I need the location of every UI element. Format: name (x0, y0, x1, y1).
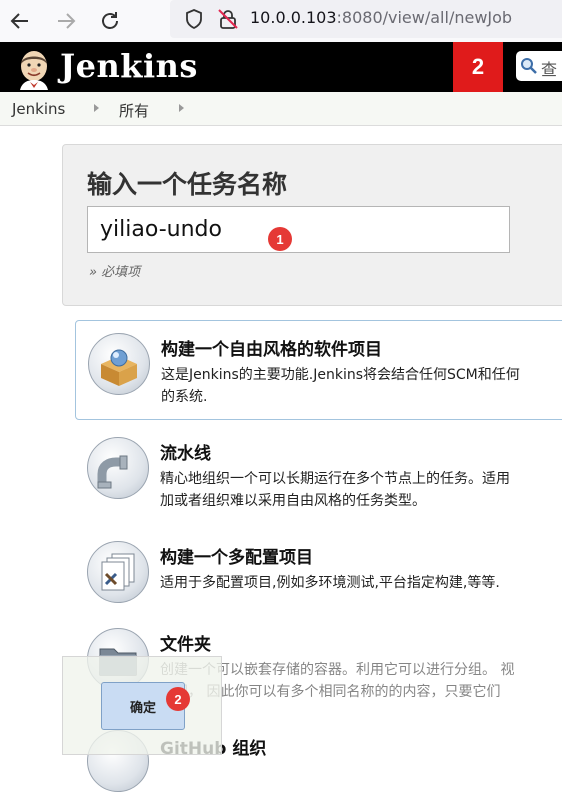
step-marker-2: 2 (166, 687, 190, 711)
breadcrumb-arrow-icon[interactable] (179, 104, 184, 112)
notification-badge[interactable]: 2 (453, 42, 503, 92)
page-title: 输入一个任务名称 (87, 170, 288, 199)
insecure-lock-icon[interactable] (216, 7, 240, 31)
item-type-description: 这是Jenkins的主要功能.Jenkins将会结合任何SCM和任何 的系统. (161, 367, 520, 405)
back-icon[interactable] (8, 9, 32, 33)
pipeline-pipe-icon (87, 437, 149, 499)
item-type-name: 构建一个多配置项目 (160, 548, 313, 568)
freestyle-box-icon (88, 333, 150, 395)
required-note: » 必填项 (89, 265, 141, 280)
ok-button-bar: 确定 2 (62, 656, 222, 755)
breadcrumb: Jenkins 所有 (0, 92, 562, 126)
item-type-description: 精心地组织一个可以长期运行在多个节点上的任务。适用 加或者组织难以采用自由风格的… (160, 471, 510, 509)
breadcrumb-all[interactable]: 所有 (119, 100, 149, 121)
jenkins-title[interactable]: Jenkins (60, 47, 198, 85)
item-type-name: 构建一个自由风格的软件项目 (161, 340, 382, 360)
jenkins-butler-logo-icon[interactable] (12, 46, 56, 90)
address-bar[interactable]: 10.0.0.103:8080/view/all/newJob (170, 0, 562, 38)
forward-icon[interactable] (54, 9, 78, 33)
item-type-freestyle[interactable]: 构建一个自由风格的软件项目 这是Jenkins的主要功能.Jenkins将会结合… (75, 320, 562, 420)
step-marker-1: 1 (268, 227, 292, 251)
item-type-pipeline[interactable]: 流水线 精心地组织一个可以长期运行在多个节点上的任务。适用 加或者组织难以采用自… (75, 425, 562, 525)
breadcrumb-arrow-icon[interactable] (94, 104, 99, 112)
jenkins-header: Jenkins 2 查 (0, 42, 562, 92)
item-type-multi-config[interactable]: 构建一个多配置项目 适用于多配置项目,例如多环境测试,平台指定构建,等等. (75, 529, 562, 629)
item-type-name: 文件夹 (160, 635, 211, 655)
search-box[interactable]: 查 (516, 51, 562, 81)
multi-config-documents-icon (87, 541, 149, 603)
url-text[interactable]: 10.0.0.103:8080/view/all/newJob (250, 8, 512, 27)
item-name-panel: 输入一个任务名称 1 » 必填项 (62, 144, 562, 306)
item-type-name: 流水线 (160, 444, 211, 464)
browser-toolbar: 10.0.0.103:8080/view/all/newJob (0, 0, 562, 43)
shield-icon[interactable] (182, 7, 206, 31)
item-type-description: 适用于多配置项目,例如多环境测试,平台指定构建,等等. (160, 575, 500, 591)
item-name-input[interactable] (87, 206, 510, 253)
search-placeholder: 查 (541, 60, 558, 79)
search-icon (521, 58, 537, 74)
breadcrumb-jenkins[interactable]: Jenkins (12, 100, 65, 118)
reload-icon[interactable] (98, 9, 122, 33)
